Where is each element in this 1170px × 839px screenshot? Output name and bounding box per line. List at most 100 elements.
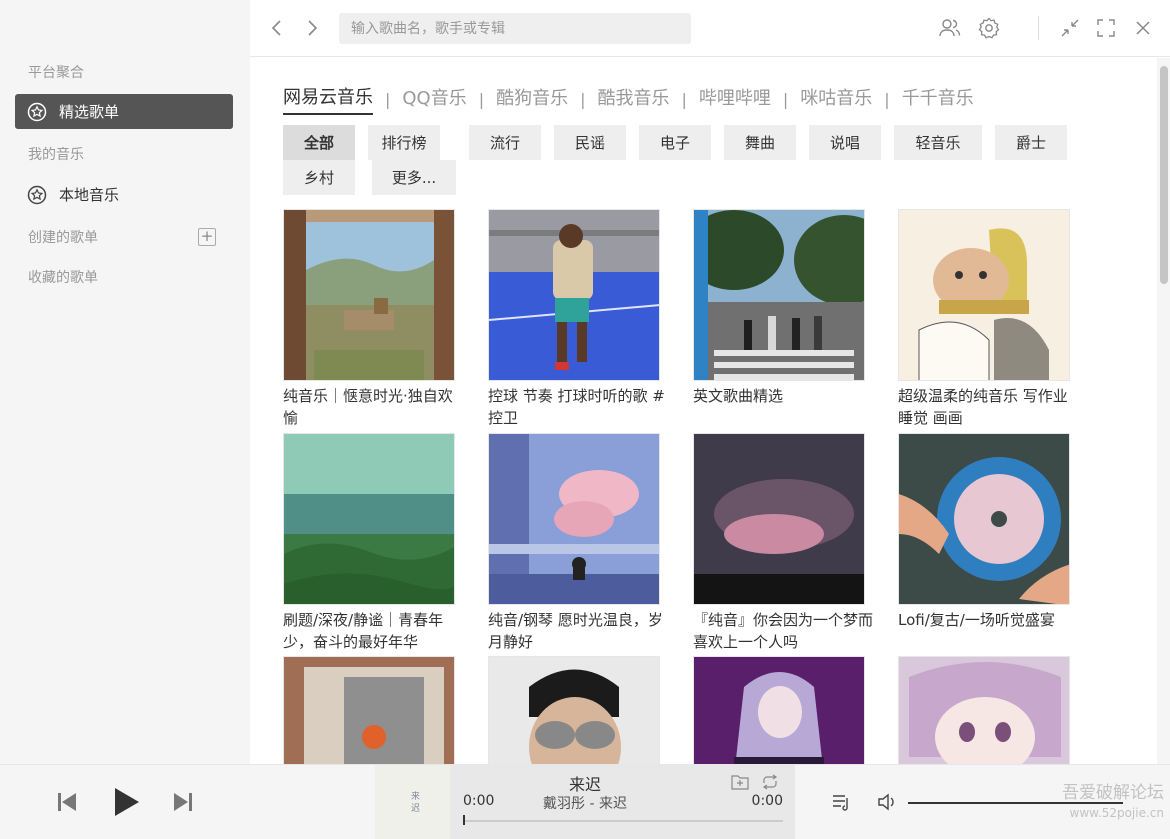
tab-separator: | (681, 89, 687, 109)
create-playlist-button[interactable]: + (198, 228, 216, 246)
category-chip[interactable]: 流行 (469, 125, 541, 160)
time-total: 0:00 (751, 793, 783, 809)
fullscreen-button[interactable] (1094, 16, 1118, 40)
tab-separator: | (782, 89, 789, 109)
forward-button[interactable] (302, 17, 322, 39)
close-button[interactable] (1131, 16, 1155, 40)
playlist-card[interactable]: 超级温柔的纯音乐 写作业 睡觉 画画 (898, 209, 1070, 429)
playlist-card[interactable]: 英文歌曲精选 (693, 209, 865, 407)
search-input[interactable] (339, 13, 691, 44)
playlist-cover[interactable] (898, 656, 1070, 764)
playlist-card[interactable]: 纯音乐｜惬意时光·独自欢愉 (283, 209, 455, 429)
tab-platform[interactable]: 网易云音乐 (283, 83, 373, 115)
chevron-left-icon (271, 20, 281, 36)
category-chip[interactable]: 爵士 (995, 125, 1067, 160)
category-chip[interactable]: 全部 (283, 125, 355, 160)
tab-separator: | (478, 89, 485, 109)
playlist-card[interactable] (898, 656, 1070, 764)
playlist-icon (833, 795, 848, 811)
category-chip[interactable]: 舞曲 (724, 125, 796, 160)
playlist-cover[interactable] (283, 433, 455, 605)
tab-platform[interactable]: 千千音乐 (902, 84, 974, 114)
playlist-cover[interactable] (693, 209, 865, 381)
playlist-title[interactable]: 纯音乐｜惬意时光·独自欢愉 (283, 385, 463, 429)
previous-button[interactable] (54, 789, 80, 815)
tab-separator: | (884, 89, 890, 109)
playlist-title[interactable]: 刷题/深夜/静谧｜青春年少，奋斗的最好年华 (283, 609, 463, 653)
main-content: 网易云音乐 | QQ音乐 | 酷狗音乐 | 酷我音乐 | 哔哩哔哩 | 咪咕音乐 | 千千音乐 全部 排行… (250, 58, 1157, 764)
category-chip[interactable]: 电子 (639, 125, 711, 160)
play-button[interactable] (110, 785, 142, 819)
volume-button[interactable] (876, 791, 900, 813)
playlist-cover[interactable] (898, 209, 1070, 381)
close-icon (1136, 21, 1150, 35)
playlist-title[interactable]: 英文歌曲精选 (693, 385, 873, 407)
top-bar (250, 0, 1170, 57)
settings-button[interactable] (977, 16, 1001, 40)
playlist-card[interactable]: Lofi/复古/一场听觉盛宴 (898, 433, 1070, 631)
category-chip[interactable]: 乡村 (283, 160, 355, 195)
star-icon (27, 102, 47, 122)
tab-platform[interactable]: 哔哩哔哩 (699, 84, 771, 114)
sidebar-item-local-music[interactable]: 本地音乐 (15, 177, 233, 212)
playlist-title[interactable]: Lofi/复古/一场听觉盛宴 (898, 609, 1078, 631)
gear-icon (978, 17, 1000, 39)
playlist-cover[interactable] (488, 433, 660, 605)
folder-add-icon (731, 775, 749, 790)
back-button[interactable] (267, 17, 287, 39)
now-playing: 来迟 来迟 戴羽彤 - 来迟 0:00 0:00 (375, 765, 795, 839)
next-button[interactable] (170, 789, 196, 815)
tab-platform[interactable]: QQ音乐 (402, 84, 466, 114)
platform-tabs: 网易云音乐 | QQ音乐 | 酷狗音乐 | 酷我音乐 | 哔哩哔哩 | 咪咕音乐 | 千千音乐 (283, 83, 974, 115)
playlist-cover[interactable] (693, 433, 865, 605)
playlist-cover[interactable] (898, 433, 1070, 605)
section-collected-playlists: 收藏的歌单 (28, 270, 98, 286)
chevron-right-icon (308, 20, 318, 36)
queue-button[interactable] (830, 791, 852, 813)
user-button[interactable] (938, 16, 962, 40)
fullscreen-icon (1097, 19, 1115, 37)
divider (1038, 16, 1039, 40)
playlist-title[interactable]: 『纯音』你会因为一个梦而喜欢上一个人吗 (693, 609, 873, 653)
star-icon (27, 185, 47, 205)
category-chip[interactable]: 说唱 (809, 125, 881, 160)
skip-back-icon (58, 793, 76, 811)
category-chip[interactable]: 更多... (372, 160, 456, 195)
tab-platform[interactable]: 酷我音乐 (598, 84, 670, 114)
repeat-button[interactable] (760, 773, 780, 791)
tab-separator: | (385, 89, 391, 109)
playlist-card[interactable]: 刷题/深夜/静谧｜青春年少，奋斗的最好年华 (283, 433, 455, 653)
category-chip[interactable]: 排行榜 (368, 125, 440, 160)
category-chip[interactable]: 民谣 (554, 125, 626, 160)
scrollbar-thumb[interactable] (1160, 66, 1168, 284)
progress-handle[interactable] (463, 815, 465, 825)
category-chip[interactable]: 轻音乐 (894, 125, 982, 160)
playlist-cover[interactable] (693, 656, 865, 764)
add-to-playlist-button[interactable] (730, 773, 750, 791)
section-platform: 平台聚合 (28, 65, 84, 81)
section-my-music: 我的音乐 (28, 147, 84, 163)
playlist-card[interactable]: 控球 节奏 打球时听的歌 # 控卫 (488, 209, 665, 429)
playlist-card[interactable] (693, 656, 865, 764)
playlist-cover[interactable] (283, 209, 455, 381)
playlist-title[interactable]: 超级温柔的纯音乐 写作业 睡觉 画画 (898, 385, 1078, 429)
playlist-card[interactable] (488, 656, 660, 764)
repeat-icon (762, 774, 778, 790)
volume-icon (878, 793, 894, 811)
shrink-icon (1061, 19, 1079, 37)
playlist-title[interactable]: 纯音/钢琴 愿时光温良，岁月静好 (488, 609, 668, 653)
playlist-card[interactable] (283, 656, 455, 764)
playlist-cover[interactable] (283, 656, 455, 764)
watermark: 吾爱破解论坛 www.52pojie.cn (1062, 783, 1164, 823)
tab-platform[interactable]: 咪咕音乐 (800, 84, 872, 114)
tab-platform[interactable]: 酷狗音乐 (496, 84, 568, 114)
tab-separator: | (580, 89, 586, 109)
minimize-button[interactable] (1058, 16, 1082, 40)
sidebar-item-featured-playlists[interactable]: 精选歌单 (15, 94, 233, 129)
playlist-card[interactable]: 『纯音』你会因为一个梦而喜欢上一个人吗 (693, 433, 873, 653)
playlist-cover[interactable] (488, 209, 660, 381)
progress-track[interactable] (463, 820, 783, 822)
playlist-card[interactable]: 纯音/钢琴 愿时光温良，岁月静好 (488, 433, 663, 653)
playlist-cover[interactable] (488, 656, 660, 764)
playlist-title[interactable]: 控球 节奏 打球时听的歌 # 控卫 (488, 385, 668, 429)
